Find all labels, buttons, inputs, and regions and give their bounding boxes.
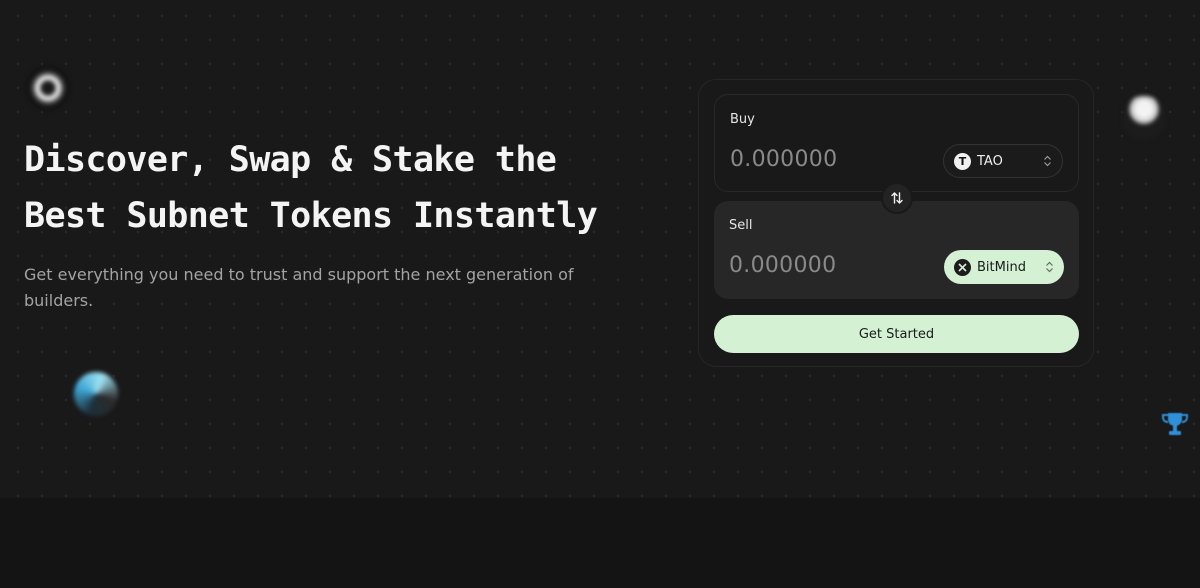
swap-widget: Buy 0.000000 T TAO Sell 0.000000 BitMind… xyxy=(698,79,1094,367)
subnet-logo-icon xyxy=(1122,96,1166,140)
swap-direction-button[interactable] xyxy=(881,182,913,214)
sell-label: Sell xyxy=(729,218,753,233)
buy-amount-input[interactable]: 0.000000 xyxy=(730,147,837,172)
chevron-up-down-icon xyxy=(1043,155,1052,167)
subnet-logo-icon xyxy=(26,66,70,110)
hero-headline: Discover, Swap & Stake the Best Subnet T… xyxy=(24,132,644,244)
sell-token-selector[interactable]: BitMind xyxy=(944,250,1064,284)
hero-subtitle: Get everything you need to trust and sup… xyxy=(24,265,574,310)
get-started-button[interactable]: Get Started xyxy=(714,315,1079,353)
headline-line-2: Best Subnet Tokens Instantly xyxy=(24,196,598,236)
bitmind-token-icon xyxy=(954,258,971,276)
buy-token-selector[interactable]: T TAO xyxy=(943,144,1063,178)
subnet-logo-icon xyxy=(74,372,118,416)
trophy-icon xyxy=(1162,413,1188,435)
chevron-up-down-icon xyxy=(1045,261,1054,273)
hero-section: Discover, Swap & Stake the Best Subnet T… xyxy=(0,0,1200,498)
sell-panel: Sell 0.000000 BitMind xyxy=(714,201,1079,299)
headline-line-1: Discover, Swap & Stake the xyxy=(24,140,557,180)
sell-token-name: BitMind xyxy=(977,259,1026,275)
buy-token-name: TAO xyxy=(977,153,1003,169)
buy-panel: Buy 0.000000 T TAO xyxy=(714,94,1079,192)
tao-token-icon: T xyxy=(954,152,971,170)
sell-amount-input[interactable]: 0.000000 xyxy=(729,253,836,278)
swap-arrows-icon xyxy=(891,192,903,204)
buy-label: Buy xyxy=(730,112,755,127)
